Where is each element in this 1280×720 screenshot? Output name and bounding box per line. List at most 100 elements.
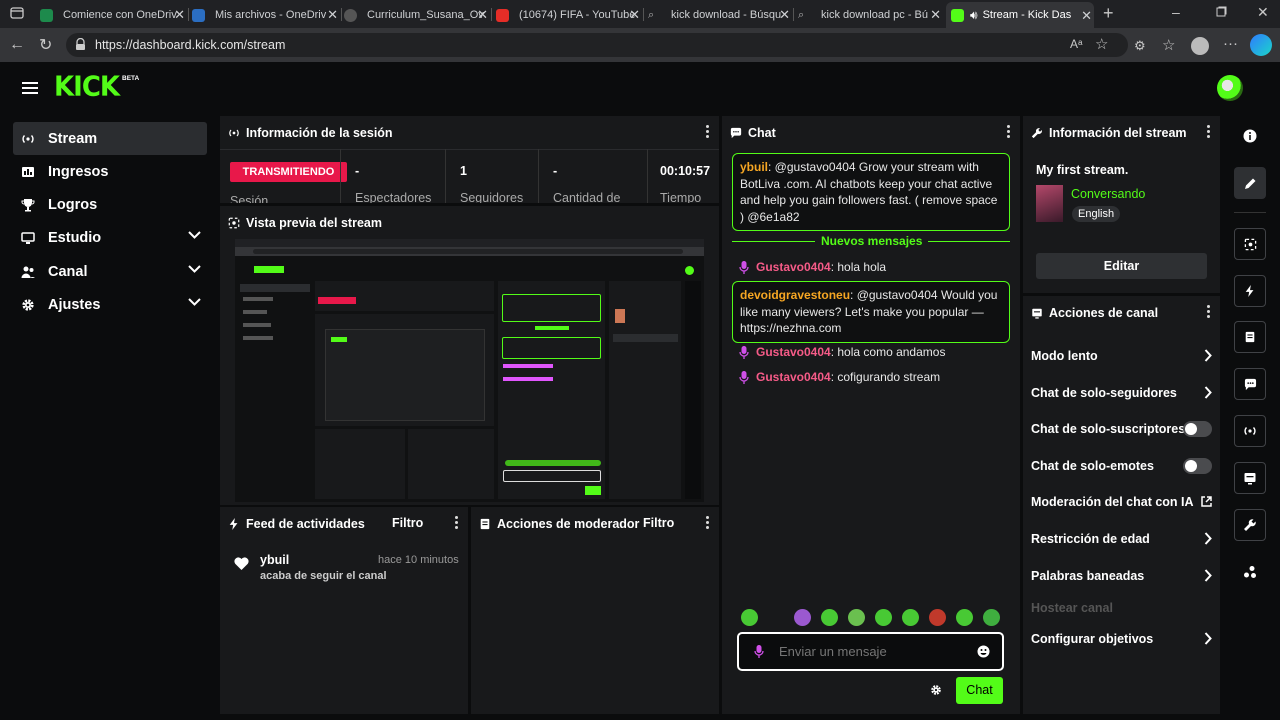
browser-tab-3[interactable]: (10674) FIFA - YouTube ✕ (496, 4, 642, 26)
subscribers-only-toggle[interactable] (1183, 421, 1212, 437)
emote-icon[interactable] (875, 609, 892, 626)
chat-settings-icon[interactable] (930, 684, 942, 696)
back-icon[interactable]: ← (9, 36, 25, 54)
emote-icon[interactable] (848, 609, 865, 626)
copilot-icon[interactable] (1250, 34, 1272, 56)
edit-layout-icon[interactable] (1234, 167, 1266, 199)
chevron-right-icon[interactable] (1204, 569, 1212, 582)
chat-input-box[interactable] (737, 632, 1004, 671)
close-tab-icon[interactable]: ✕ (477, 7, 488, 23)
read-aloud-icon[interactable]: Aᵃ (1070, 37, 1082, 51)
edit-stream-button[interactable]: Editar (1036, 253, 1207, 279)
browser-tab-5[interactable]: ⌕ kick download pc - Bú ✕ (798, 4, 943, 26)
ai-moderation-row[interactable]: Moderación del chat con IA (1031, 490, 1212, 514)
chevron-down-icon[interactable] (188, 298, 201, 306)
feed-item-user[interactable]: ybuil (260, 553, 289, 567)
banned-words-row[interactable]: Palabras baneadas (1031, 564, 1212, 588)
more-options-icon[interactable]: ··· (1223, 35, 1238, 52)
kick-logo[interactable]: KICK (54, 71, 120, 103)
close-window-icon[interactable]: ✕ (1257, 4, 1269, 21)
browser-tab-4[interactable]: ⌕ kick download - Búsqu ✕ (648, 4, 792, 26)
favorites-icon[interactable]: ☆ (1162, 36, 1175, 54)
globe-icon (344, 8, 357, 22)
tab-actions-icon[interactable] (10, 6, 24, 20)
browser-tab-active[interactable]: 🔊︎ Stream - Kick Das ✕ (946, 2, 1094, 28)
address-bar[interactable]: https://dashboard.kick.com/stream Aᵃ ☆ (66, 33, 1128, 57)
session-menu-icon[interactable] (706, 125, 709, 139)
browser-tab-2[interactable]: Curriculum_Susana_Ov ✕ (344, 4, 490, 26)
chevron-down-icon[interactable] (188, 231, 201, 239)
preview-toggle-icon[interactable] (1234, 228, 1266, 260)
broadcast-icon[interactable] (1234, 415, 1266, 447)
mod-menu-icon[interactable] (706, 516, 709, 530)
new-tab-icon[interactable]: + (1103, 3, 1114, 24)
stream-category[interactable]: Conversando (1071, 187, 1145, 201)
external-link-icon[interactable] (1201, 496, 1212, 507)
profile-avatar-icon[interactable] (1191, 37, 1209, 55)
channel-actions-menu-icon[interactable] (1207, 305, 1210, 319)
sidebar-item-ajustes[interactable]: Ajustes (13, 288, 207, 321)
sidebar-item-canal[interactable]: Canal (13, 255, 207, 288)
maximize-icon[interactable] (1216, 6, 1227, 17)
chevron-right-icon[interactable] (1204, 349, 1212, 362)
emoji-picker-icon[interactable] (977, 645, 990, 658)
wrench-icon (1031, 127, 1042, 138)
chevron-right-icon[interactable] (1204, 532, 1212, 545)
feed-filter-button[interactable]: Filtro (392, 516, 423, 530)
chevron-right-icon[interactable] (1204, 386, 1212, 399)
favorite-star-icon[interactable]: ☆ (1095, 35, 1108, 53)
emote-icon[interactable] (983, 609, 1000, 626)
stream-info-menu-icon[interactable] (1207, 125, 1210, 139)
age-restriction-row[interactable]: Restricción de edad (1031, 527, 1212, 551)
emote-icon[interactable] (956, 609, 973, 626)
chevron-down-icon[interactable] (188, 265, 201, 273)
slow-mode-row[interactable]: Modo lento (1031, 344, 1212, 368)
user-avatar[interactable] (1217, 75, 1243, 101)
microphone-icon (754, 645, 764, 658)
emote-icon[interactable] (741, 609, 758, 626)
mod-filter-button[interactable]: Filtro (643, 516, 674, 530)
feed-item-action: acaba de seguir el canal (260, 570, 387, 582)
emote-icon[interactable] (929, 609, 946, 626)
highlighted-chat-message[interactable]: devoidgravestoneu: @gustavo0404 Would yo… (732, 281, 1010, 343)
chat-menu-icon[interactable] (1007, 125, 1010, 139)
followers-only-row[interactable]: Chat de solo-seguidores (1031, 381, 1212, 405)
browser-tab-0[interactable]: Comience con OneDriv ✕ (40, 4, 187, 26)
close-tab-icon[interactable]: ✕ (1081, 8, 1092, 24)
stream-preview-video[interactable] (235, 239, 704, 502)
document-icon[interactable] (1234, 321, 1266, 353)
channel-actions-icon[interactable] (1234, 462, 1266, 494)
info-icon[interactable] (1234, 120, 1266, 152)
minimize-icon[interactable]: – (1172, 4, 1180, 20)
sidebar-item-estudio[interactable]: Estudio (13, 221, 207, 254)
feed-menu-icon[interactable] (455, 516, 458, 530)
apps-icon[interactable] (1234, 556, 1266, 588)
emotes-only-toggle[interactable] (1183, 458, 1212, 474)
reload-icon[interactable]: ↻ (39, 35, 52, 55)
category-thumbnail[interactable] (1036, 185, 1063, 222)
pinned-chat-message[interactable]: ybuil: @gustavo0404 Grow your stream wit… (732, 153, 1010, 231)
chat-bubble-icon[interactable] (1234, 368, 1266, 400)
wrench-icon[interactable] (1234, 509, 1266, 541)
menu-icon[interactable] (22, 81, 38, 95)
chevron-right-icon[interactable] (1204, 632, 1212, 645)
site-info-icon[interactable] (74, 38, 87, 51)
send-chat-button[interactable]: Chat (956, 677, 1003, 704)
close-tab-icon[interactable]: ✕ (174, 7, 185, 23)
close-tab-icon[interactable]: ✕ (930, 7, 941, 23)
set-goals-row[interactable]: Configurar objetivos (1031, 627, 1212, 651)
extension-icon[interactable]: ⚙︎ (1134, 38, 1146, 54)
emote-icon[interactable] (821, 609, 838, 626)
browser-tab-1[interactable]: Mis archivos - OneDriv ✕ (192, 4, 340, 26)
url-text[interactable]: https://dashboard.kick.com/stream (95, 38, 285, 52)
sidebar-item-ingresos[interactable]: Ingresos (13, 155, 207, 188)
lightning-icon[interactable] (1234, 275, 1266, 307)
close-tab-icon[interactable]: ✕ (629, 7, 640, 23)
sidebar-item-logros[interactable]: Logros (13, 188, 207, 221)
emote-icon[interactable] (902, 609, 919, 626)
close-tab-icon[interactable]: ✕ (327, 7, 338, 23)
emote-icon[interactable] (794, 609, 811, 626)
sidebar-item-stream[interactable]: Stream (13, 122, 207, 155)
chat-input[interactable] (779, 640, 969, 662)
close-tab-icon[interactable]: ✕ (779, 7, 790, 23)
